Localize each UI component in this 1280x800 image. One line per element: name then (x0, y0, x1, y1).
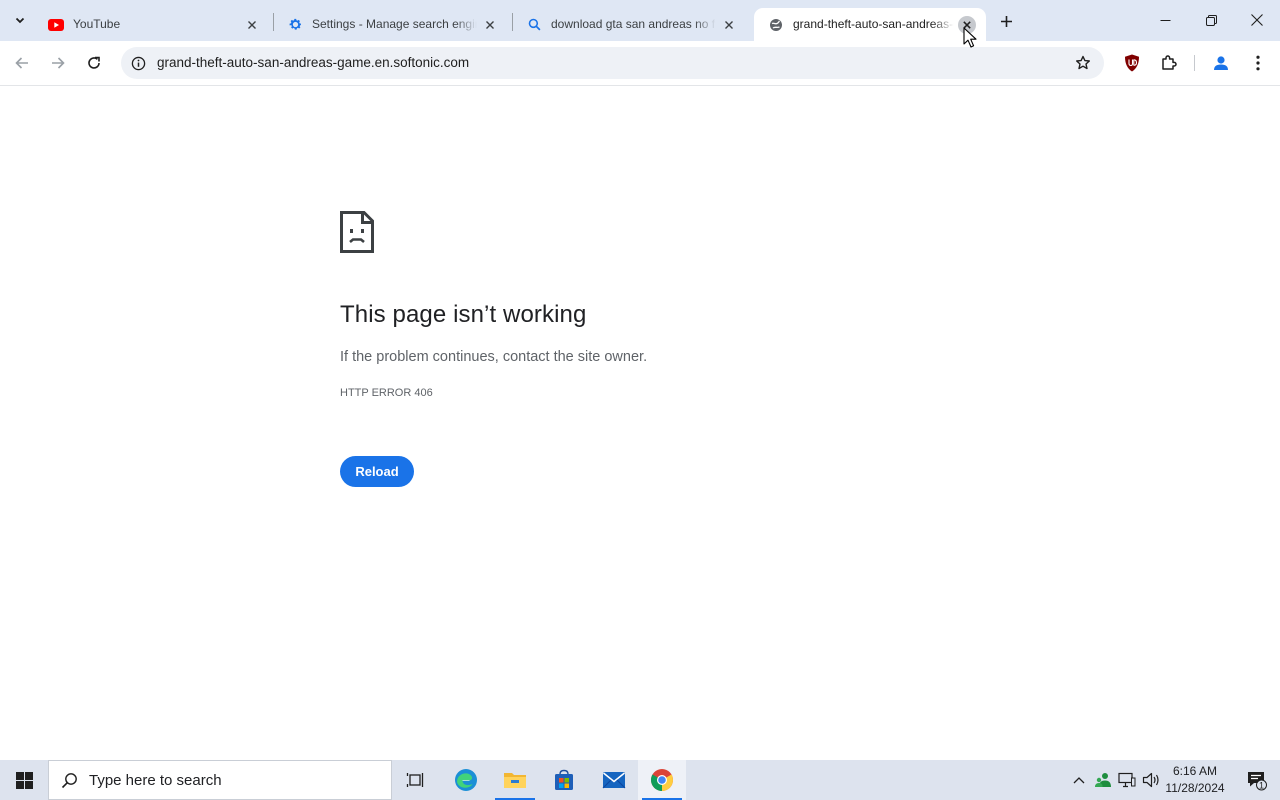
profile-button[interactable] (1207, 49, 1235, 77)
speaker-icon (1142, 772, 1159, 788)
browser-menu-button[interactable] (1244, 49, 1272, 77)
tab-youtube[interactable]: YouTube (34, 8, 271, 41)
notification-icon: 1 (1248, 772, 1267, 791)
tab-settings[interactable]: Settings - Manage search engines (273, 8, 509, 41)
close-icon[interactable] (481, 16, 499, 34)
edge-app-button[interactable] (442, 760, 490, 800)
mail-icon (602, 772, 626, 789)
extensions-button[interactable] (1155, 49, 1183, 77)
back-button[interactable] (8, 49, 36, 77)
edge-icon (455, 769, 477, 791)
taskbar-search-placeholder: Type here to search (89, 771, 222, 789)
tab-softonic[interactable]: grand-theft-auto-san-andreas-game (754, 8, 986, 41)
arrow-right-icon (52, 57, 65, 69)
restore-button[interactable] (1188, 0, 1234, 40)
mouse-cursor-icon (963, 27, 977, 48)
restore-icon (1205, 14, 1217, 26)
profile-avatar-icon (1214, 56, 1228, 70)
search-icon (526, 17, 542, 33)
forward-button[interactable] (44, 49, 72, 77)
puzzle-icon (1162, 55, 1177, 70)
volume-tray-button[interactable] (1140, 760, 1162, 800)
taskbar-clock[interactable]: 6:16 AM 11/28/2024 (1160, 763, 1230, 797)
clock-time: 6:16 AM (1172, 764, 1218, 778)
network-monitor-icon (1118, 772, 1136, 788)
network-tray-button[interactable] (1116, 760, 1138, 800)
close-icon[interactable] (243, 16, 261, 34)
people-icon (1095, 773, 1111, 787)
youtube-icon (48, 17, 64, 33)
store-bag-icon (555, 769, 573, 790)
plus-icon (1000, 15, 1012, 27)
settings-gear-icon (287, 17, 303, 33)
mail-app-button[interactable] (590, 760, 638, 800)
tab-strip: YouTube Settings - Manage search engines… (0, 0, 1280, 41)
reload-toolbar-button[interactable] (80, 49, 108, 77)
close-window-button[interactable] (1234, 0, 1280, 40)
taskbar: Type here to search 6:16 AM 11/28/2024 1 (0, 760, 1280, 800)
minimize-button[interactable] (1142, 0, 1188, 40)
task-view-button[interactable] (392, 760, 440, 800)
more-vert-icon (1256, 55, 1260, 71)
new-tab-button[interactable] (994, 9, 1018, 33)
close-icon[interactable] (720, 16, 738, 34)
show-hidden-icons-button[interactable] (1068, 760, 1090, 800)
close-window-icon (1251, 14, 1263, 26)
chrome-icon (651, 769, 673, 791)
file-explorer-app-button[interactable] (491, 760, 539, 800)
action-center-button[interactable]: 1 (1234, 760, 1280, 800)
tab-title: download gta san andreas no fi (551, 16, 716, 33)
chrome-app-button[interactable] (638, 760, 686, 800)
taskbar-search-box[interactable]: Type here to search (48, 760, 392, 800)
reload-button[interactable]: Reload (340, 456, 414, 487)
windows-logo-icon (15, 771, 33, 789)
minimize-icon (1160, 19, 1170, 21)
site-info-icon[interactable] (128, 53, 148, 73)
bookmark-star-icon[interactable] (1072, 52, 1094, 74)
url-text[interactable]: grand-theft-auto-san-andreas-game.en.sof… (157, 55, 469, 70)
tab-title: Settings - Manage search engines (312, 16, 477, 33)
tab-search-results[interactable]: download gta san andreas no fi (512, 8, 748, 41)
ublock-extension-button[interactable] (1118, 49, 1146, 77)
browser-toolbar: grand-theft-auto-san-andreas-game.en.sof… (0, 41, 1280, 86)
notification-count: 1 (1259, 780, 1264, 790)
start-button[interactable] (0, 760, 48, 800)
sad-document-icon (340, 211, 374, 253)
network-people-tray-button[interactable] (1092, 760, 1114, 800)
arrow-left-icon (15, 57, 28, 69)
address-bar[interactable]: grand-theft-auto-san-andreas-game.en.sof… (121, 47, 1104, 79)
globe-icon (768, 17, 784, 33)
task-view-icon (406, 773, 424, 787)
ublock-shield-icon (1125, 54, 1139, 72)
tab-title: YouTube (73, 16, 239, 33)
toolbar-divider (1194, 55, 1195, 71)
store-app-button[interactable] (540, 760, 588, 800)
tab-search-button[interactable] (7, 8, 33, 32)
clock-date: 11/28/2024 (1165, 781, 1225, 795)
folder-icon (504, 773, 526, 788)
error-code: HTTP ERROR 406 (340, 387, 433, 399)
chevron-down-icon (15, 17, 25, 24)
error-description: If the problem continues, contact the si… (340, 349, 648, 365)
tab-title: grand-theft-auto-san-andreas-game (793, 16, 954, 33)
refresh-icon (88, 56, 100, 69)
search-icon (49, 760, 89, 800)
chevron-up-icon (1073, 777, 1085, 784)
error-title: This page isn’t working (340, 301, 587, 328)
